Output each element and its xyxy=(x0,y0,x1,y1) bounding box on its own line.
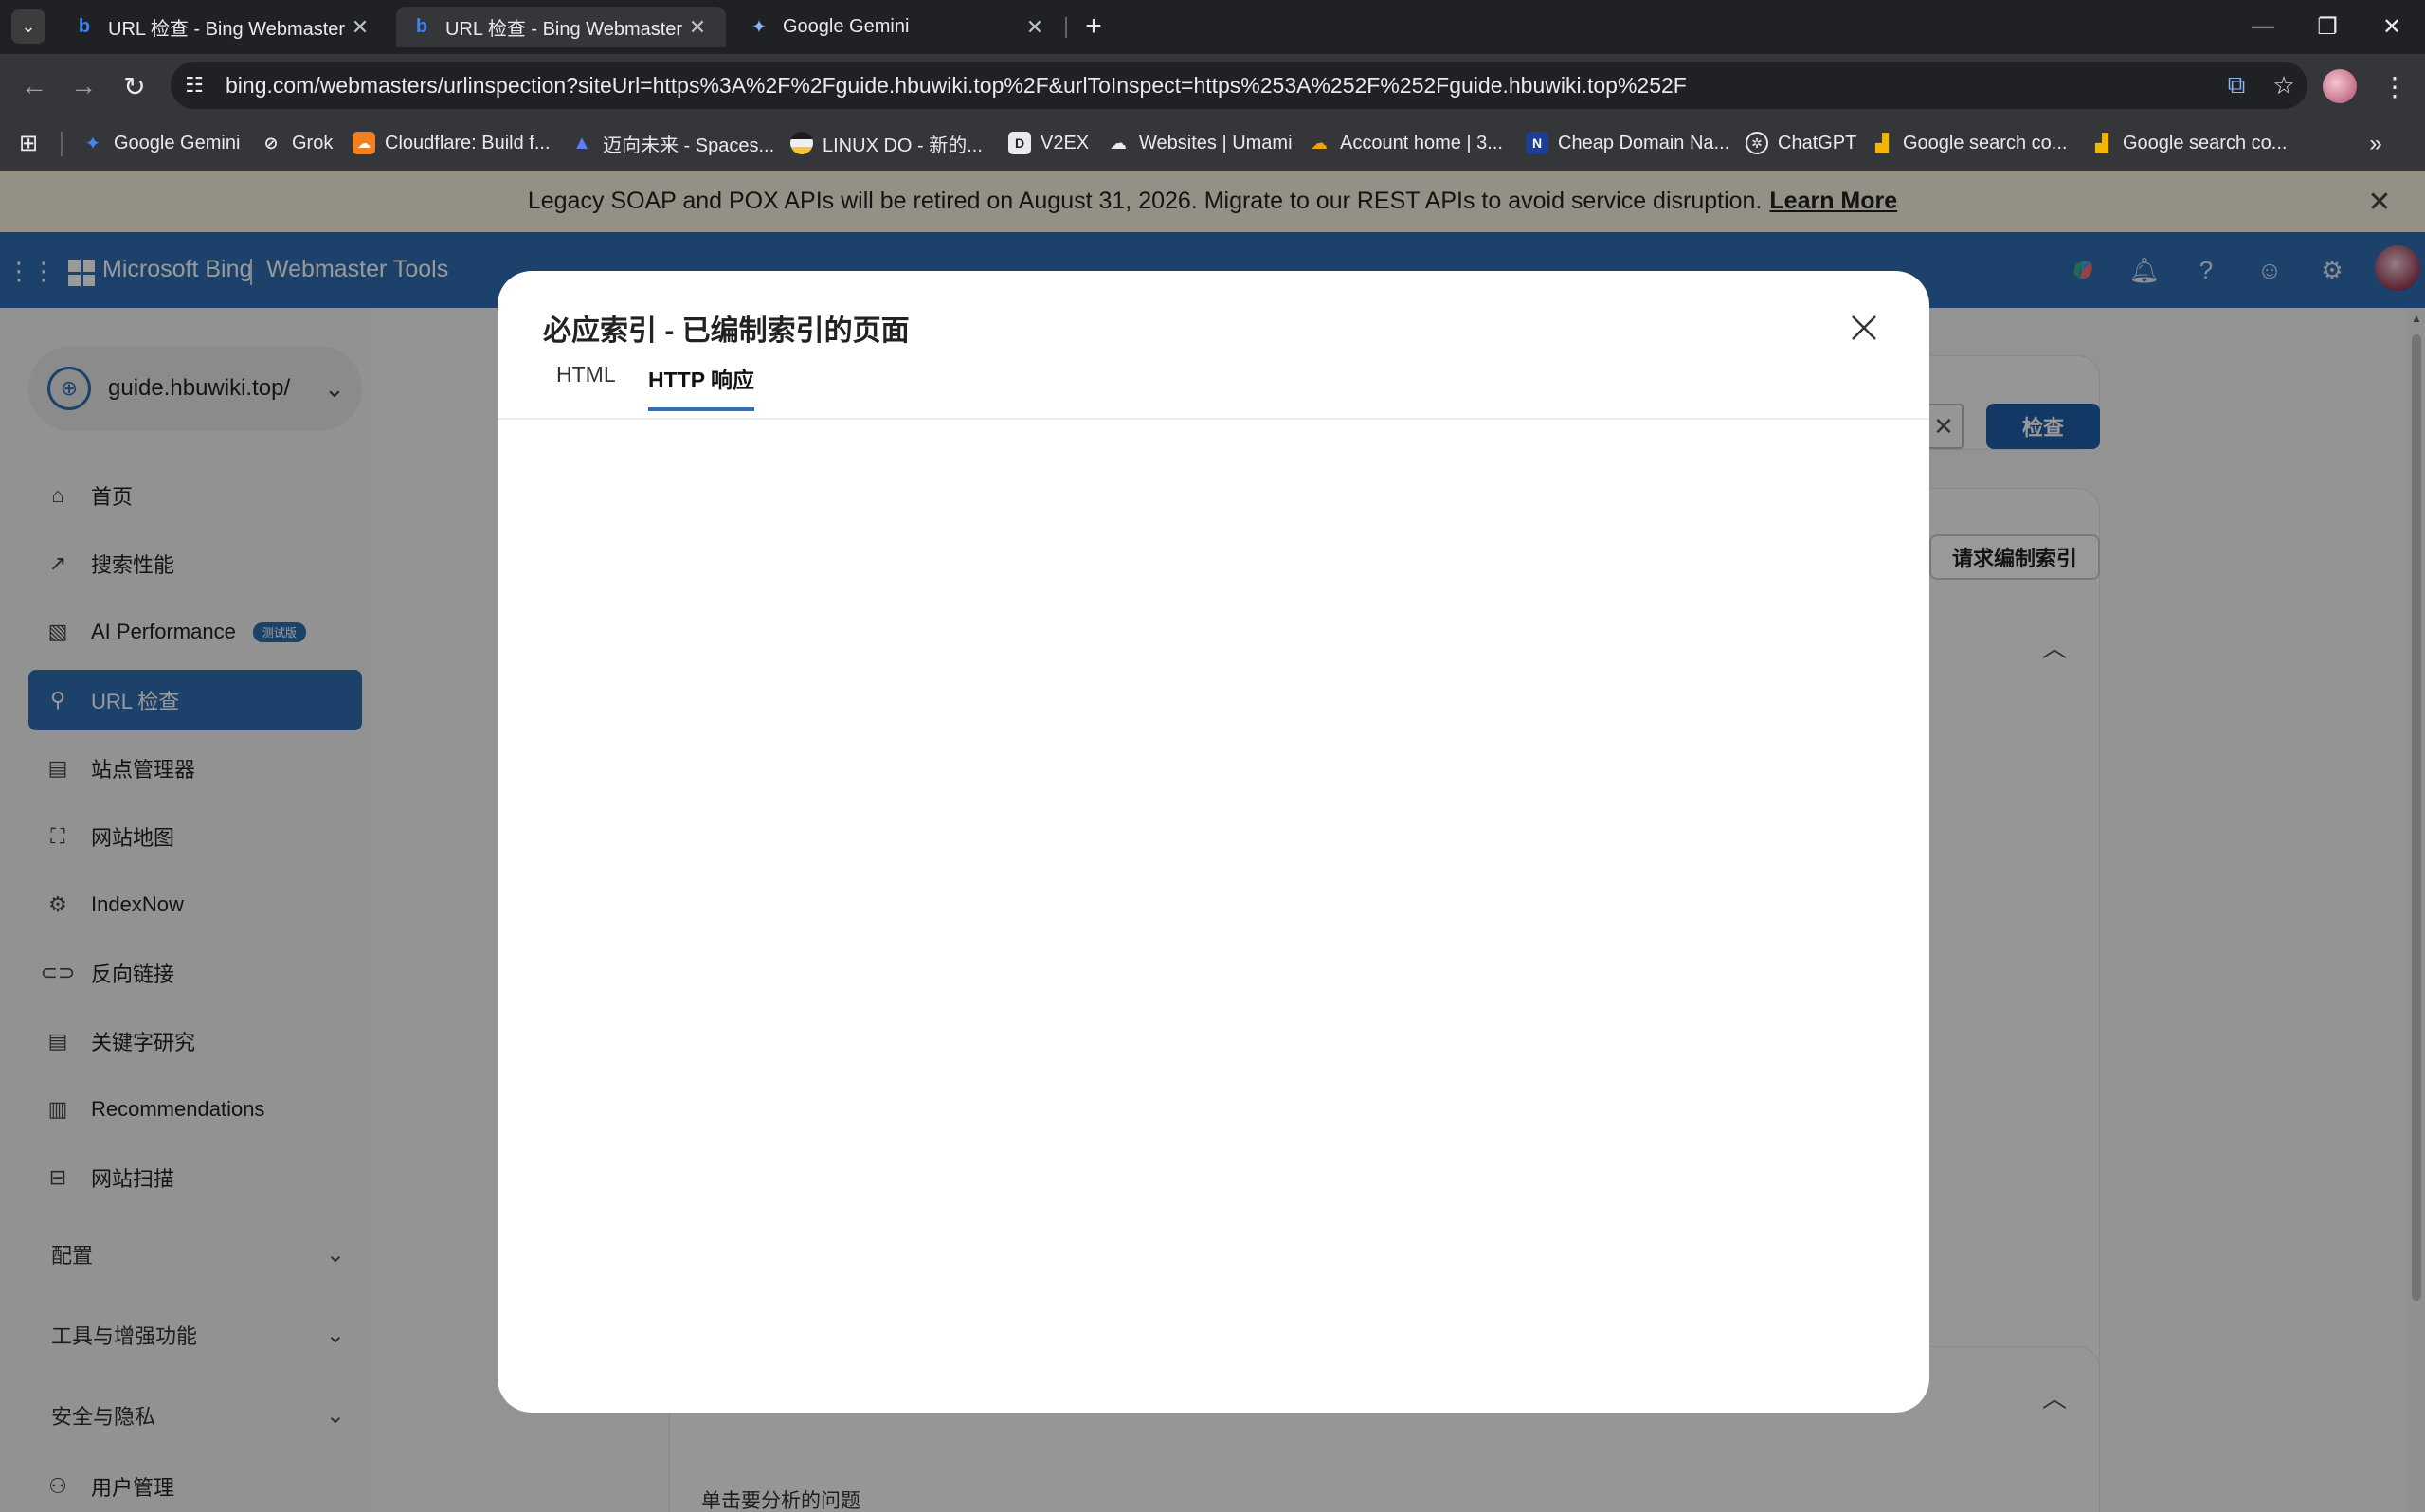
close-icon[interactable]: ✕ xyxy=(347,15,373,40)
bookmark-label: ChatGPT xyxy=(1778,132,1857,153)
apps-grid-icon[interactable]: ⊞ xyxy=(13,128,44,158)
index-details-dialog: 必应索引 - 已编制索引的页面 HTML HTTP 响应 xyxy=(498,271,1929,1413)
reload-icon: ↻ xyxy=(123,71,146,101)
dialog-title: 必应索引 - 已编制索引的页面 xyxy=(543,315,910,347)
close-icon xyxy=(1852,315,1876,340)
tab-separator xyxy=(1065,17,1067,38)
v2ex-icon: D xyxy=(1008,132,1031,154)
browser-tab-1[interactable]: b URL 检查 - Bing Webmaster T ✕ xyxy=(59,7,389,47)
linux-do-icon xyxy=(790,132,813,154)
bookmark-label: Google search co... xyxy=(1903,132,2068,153)
bookmark-grok[interactable]: ⊘ Grok xyxy=(260,126,333,160)
window-close-button[interactable]: ✕ xyxy=(2373,9,2411,44)
profile-avatar-button[interactable] xyxy=(2323,69,2357,103)
browser-tab-2-active[interactable]: b URL 检查 - Bing Webmaster T ✕ xyxy=(396,7,726,47)
restore-button[interactable]: ❐ xyxy=(2308,9,2346,44)
gemini-icon: ✦ xyxy=(84,133,101,154)
arrow-left-icon: ← xyxy=(21,71,47,100)
bookmark-label: Grok xyxy=(292,132,334,153)
reload-button[interactable]: ↻ xyxy=(116,67,154,105)
namecheap-icon: N xyxy=(1526,132,1548,154)
bookmark-label: Websites | Umami xyxy=(1139,132,1293,153)
spaces-icon: ▲ xyxy=(572,132,591,153)
bookmark-label: LINUX DO - 新的... xyxy=(823,135,983,156)
bookmark-label: 迈向未来 - Spaces... xyxy=(603,135,775,156)
forward-button[interactable]: → xyxy=(64,67,102,105)
tab-html[interactable]: HTML xyxy=(556,362,616,401)
bookmark-label: V2EX xyxy=(1041,132,1090,153)
cloud-icon: ☁ xyxy=(1110,133,1127,153)
browser-menu-button[interactable]: ⋮ xyxy=(2376,67,2414,105)
tab-title: URL 检查 - Bing Webmaster T xyxy=(445,19,684,40)
bookmark-google-search-console-1[interactable]: ▟ Google search co... xyxy=(1871,126,2067,160)
bookmark-v2ex[interactable]: D V2EX xyxy=(1008,126,1089,160)
more-bookmarks-button[interactable]: » xyxy=(2360,128,2392,160)
tab-http-response[interactable]: HTTP 响应 xyxy=(648,362,755,411)
bookmark-chatgpt[interactable]: ✲ ChatGPT xyxy=(1746,126,1856,160)
bing-icon: b xyxy=(78,16,91,37)
install-app-icon[interactable]: ⧉ xyxy=(2213,62,2260,109)
grok-icon: ⊘ xyxy=(263,133,279,153)
bookmark-separator xyxy=(61,132,63,156)
bookmark-google-search-console-2[interactable]: ▟ Google search co... xyxy=(2090,126,2287,160)
bookmark-umami[interactable]: ☁ Websites | Umami xyxy=(1107,126,1293,160)
bookmark-cheap-domain[interactable]: N Cheap Domain Na... xyxy=(1526,126,1729,160)
new-tab-button[interactable]: + xyxy=(1077,9,1111,44)
bookmark-account-home[interactable]: ☁ Account home | 3... xyxy=(1308,126,1503,160)
double-chevron-right-icon: » xyxy=(2369,131,2382,156)
close-icon: ✕ xyxy=(2381,13,2402,40)
chatgpt-icon: ✲ xyxy=(1746,132,1768,154)
url-text[interactable]: bing.com/webmasters/urlinspection?siteUr… xyxy=(218,73,2213,99)
cloudflare-icon: ☁ xyxy=(353,132,375,154)
tab-title: Google Gemini xyxy=(783,16,910,37)
tab-divider xyxy=(498,418,1929,420)
bookmark-label: Account home | 3... xyxy=(1340,132,1503,153)
bookmark-label: Cloudflare: Build f... xyxy=(385,132,551,153)
bing-icon: b xyxy=(415,16,428,37)
plus-icon: + xyxy=(1085,10,1102,42)
browser-tab-3[interactable]: ✦ Google Gemini ✕ xyxy=(733,7,1063,47)
bookmark-spaces[interactable]: ▲ 迈向未来 - Spaces... xyxy=(570,126,774,160)
bookmark-cloudflare[interactable]: ☁ Cloudflare: Build f... xyxy=(353,126,551,160)
browser-toolbar: ← → ↻ ☷ bing.com/webmasters/urlinspectio… xyxy=(0,54,2425,117)
bookmark-label: Google Gemini xyxy=(114,132,241,153)
gemini-icon: ✦ xyxy=(751,17,768,38)
cloud-icon: ☁ xyxy=(1311,133,1328,153)
bookmarks-bar: ⊞ ✦ Google Gemini ⊘ Grok ☁ Cloudflare: B… xyxy=(0,117,2425,171)
bookmark-label: Google search co... xyxy=(2123,132,2288,153)
back-button[interactable]: ← xyxy=(15,67,53,105)
arrow-right-icon: → xyxy=(70,71,97,100)
restore-icon: ❐ xyxy=(2317,13,2338,40)
tab-title: URL 检查 - Bing Webmaster T xyxy=(108,19,347,40)
browser-tab-bar: ⌄ b URL 检查 - Bing Webmaster T ✕ b URL 检查… xyxy=(0,0,2425,54)
minimize-icon: — xyxy=(2252,13,2274,39)
site-info-icon[interactable]: ☷ xyxy=(171,62,218,109)
bookmark-google-gemini[interactable]: ✦ Google Gemini xyxy=(81,126,241,160)
minimize-button[interactable]: — xyxy=(2244,9,2282,44)
search-console-icon: ▟ xyxy=(1875,133,1889,153)
address-bar[interactable]: ☷ bing.com/webmasters/urlinspection?site… xyxy=(171,62,2307,109)
star-icon[interactable]: ☆ xyxy=(2260,62,2307,109)
close-icon[interactable]: ✕ xyxy=(1022,15,1048,40)
tab-search-button[interactable]: ⌄ xyxy=(11,9,45,44)
close-icon[interactable]: ✕ xyxy=(684,15,711,40)
chevron-down-icon: ⌄ xyxy=(21,16,36,36)
dialog-close-button[interactable] xyxy=(1843,307,1885,349)
bookmark-label: Cheap Domain Na... xyxy=(1558,132,1730,153)
more-vertical-icon: ⋮ xyxy=(2381,71,2408,101)
search-console-icon: ▟ xyxy=(2095,133,2108,153)
bookmark-linux-do[interactable]: LINUX DO - 新的... xyxy=(790,126,983,160)
